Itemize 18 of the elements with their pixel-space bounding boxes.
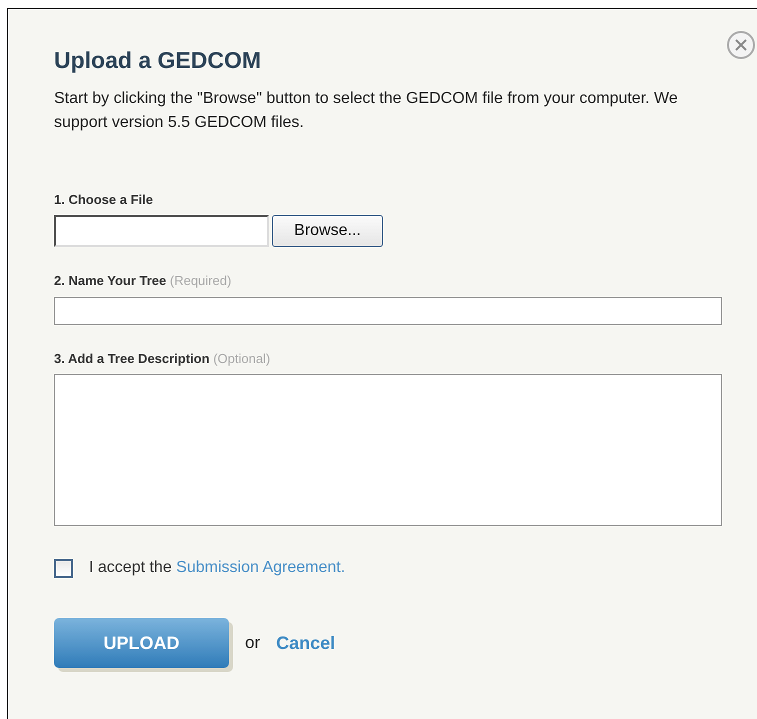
agreement-text: I accept the Submission Agreement. [89, 558, 346, 578]
upload-button[interactable]: UPLOAD [54, 618, 229, 668]
dialog-title: Upload a GEDCOM [54, 47, 262, 75]
intro-text: Start by clicking the "Browse" button to select the GEDCOM file from your computer. We support version 5.5 GEDCOM files. [54, 88, 679, 133]
field-label: 1. Choose a File [54, 192, 153, 207]
close-icon[interactable] [726, 30, 756, 60]
or-text: or [245, 632, 260, 654]
file-path-field[interactable] [54, 215, 269, 248]
field-label: 2. Name Your Tree [54, 273, 166, 288]
agreement-link[interactable]: Submission Agreement. [176, 559, 346, 576]
tree-name-field[interactable] [54, 296, 722, 325]
browse-button[interactable]: Browse... [272, 215, 383, 248]
field-hint: (Optional) [213, 350, 270, 366]
field-hint: (Required) [170, 273, 232, 288]
cancel-link[interactable]: Cancel [276, 630, 336, 657]
agreement-checkbox[interactable] [54, 558, 73, 578]
field-label: 3. Add a Tree Description [54, 350, 210, 366]
description-field[interactable] [54, 374, 722, 526]
